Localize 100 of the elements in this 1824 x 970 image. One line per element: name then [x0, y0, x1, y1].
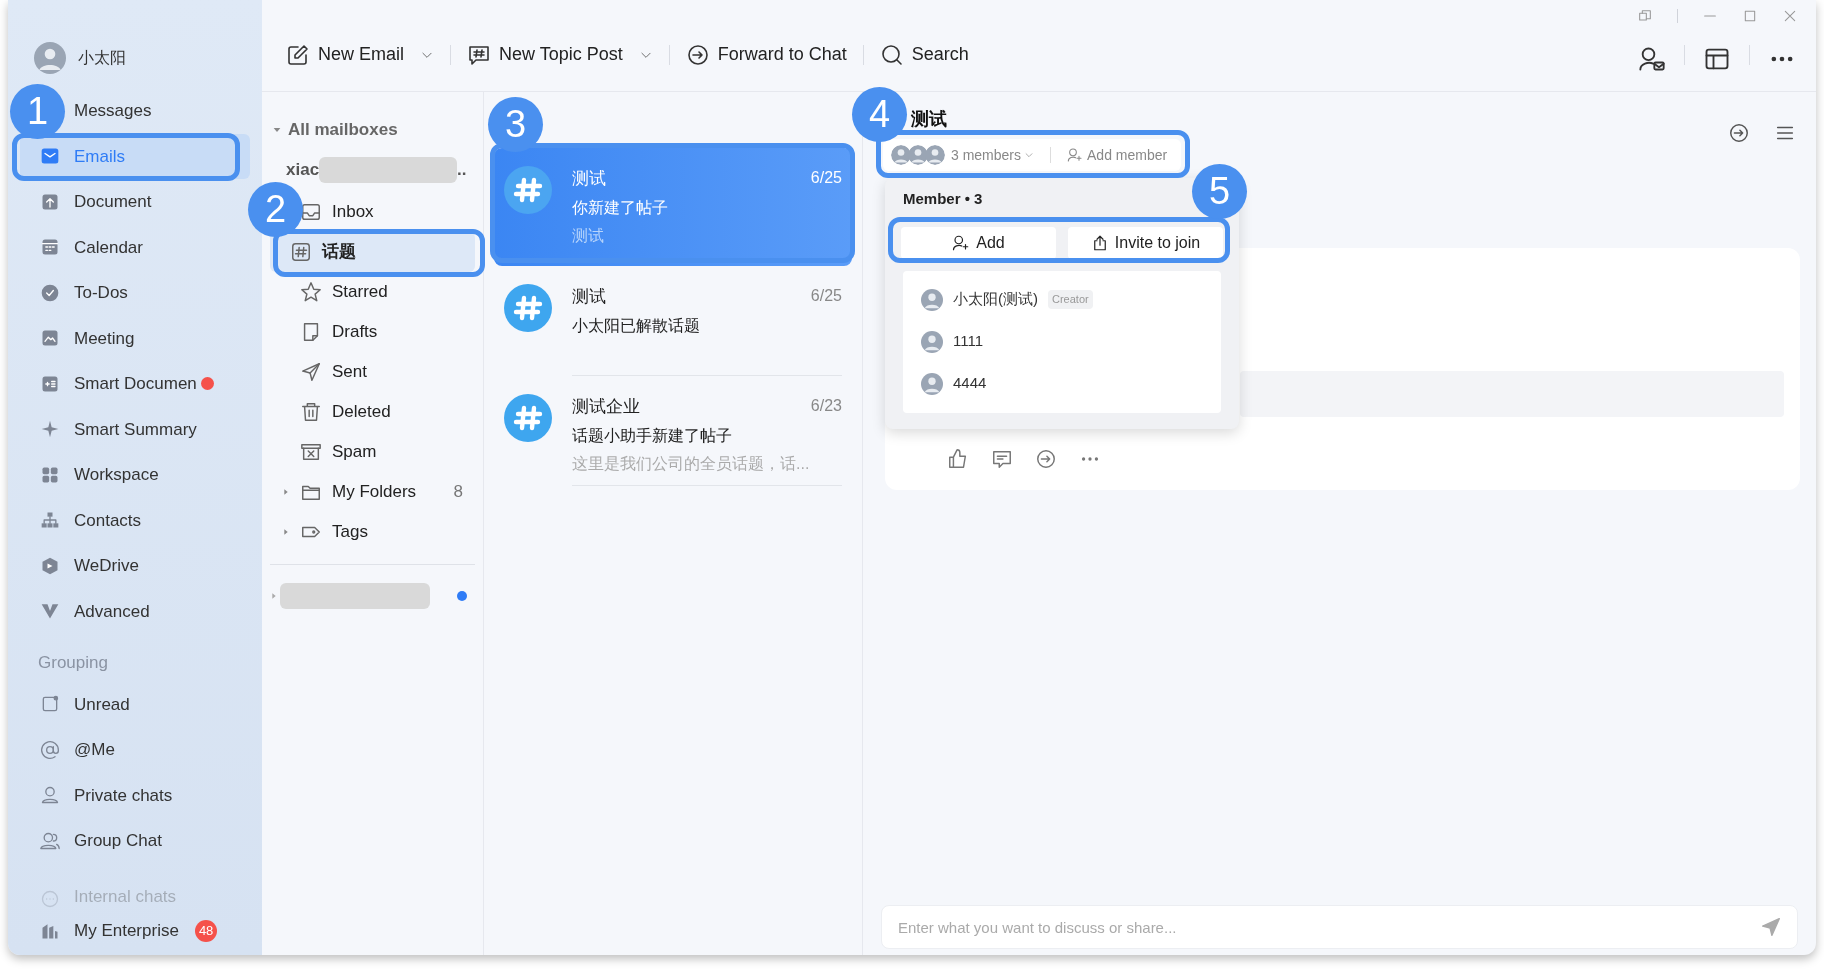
caret-icon	[270, 592, 278, 600]
meeting-icon	[40, 328, 60, 349]
forward-icon[interactable]	[1035, 448, 1057, 470]
nav-item[interactable]: To-Dos	[20, 270, 250, 316]
avatar-icon	[921, 288, 943, 311]
toolbar-button[interactable]: Search	[875, 34, 973, 75]
hash-avatar-icon	[504, 284, 552, 332]
add-person-icon	[952, 233, 971, 252]
at-sign-icon	[40, 739, 60, 760]
member-row[interactable]: 4444	[921, 362, 1203, 405]
account-name: xiac	[286, 159, 320, 182]
nav-item[interactable]: Unread	[20, 681, 250, 727]
add-button[interactable]: Add	[901, 226, 1056, 259]
chat-bubble-icon	[40, 889, 60, 909]
compose-icon	[286, 42, 310, 67]
message-input[interactable]: Enter what you want to discuss or share...	[881, 905, 1798, 949]
member-row[interactable]: 小太阳(测试) Creator	[921, 278, 1203, 321]
thread-date: 6/25	[810, 286, 842, 306]
avatar-icon	[891, 145, 911, 165]
nav-item[interactable]: Contacts	[20, 497, 250, 543]
hash-icon	[290, 241, 312, 263]
folder-item[interactable]: Spam	[300, 432, 475, 472]
role-tag: Creator	[1048, 290, 1093, 309]
folder-item[interactable]: Inbox	[300, 192, 475, 232]
thumbs-up-icon[interactable]	[947, 448, 969, 470]
avatar-icon	[921, 372, 943, 395]
thread-item[interactable]: 测试企业 6/23 话题小助手新建了帖子 这里是我们公司的全员话题，话...	[494, 376, 852, 486]
nav-item[interactable]: Smart Summary	[20, 406, 250, 452]
section-title: Grouping	[37, 652, 109, 674]
nav-item[interactable]: Messages	[74, 88, 250, 134]
avatar-icon	[34, 42, 66, 74]
check-icon	[40, 282, 60, 303]
thread-title: 测试企业	[572, 396, 640, 418]
thread-message: 你新建了帖子	[572, 197, 669, 218]
topic-title: 测试	[911, 108, 948, 131]
restore-icon[interactable]	[1637, 8, 1653, 24]
nav-item[interactable]: Calendar	[20, 224, 250, 270]
thread-date: 6/25	[810, 168, 842, 188]
send-icon[interactable]	[1760, 916, 1782, 938]
members-dropdown[interactable]: 3 members	[951, 144, 1035, 166]
thread-item[interactable]: 测试 6/25 小太阳已解散话题	[494, 266, 852, 376]
person-icon	[40, 785, 60, 806]
caret-icon	[282, 528, 290, 536]
forward-icon	[685, 42, 710, 67]
folder-item[interactable]: Drafts	[300, 312, 475, 352]
nav-item[interactable]: My Enterprise 48	[20, 909, 250, 953]
send-icon	[300, 361, 322, 383]
thread-preview: 测试	[572, 225, 605, 246]
hash-avatar-icon	[504, 394, 552, 442]
popover-heading: Member • 3	[903, 189, 984, 209]
toolbar-button[interactable]: Forward to Chat	[681, 34, 851, 75]
ellipsis-text: ..	[457, 159, 467, 182]
nav-item[interactable]: Private chats	[20, 772, 250, 818]
calendar-icon	[40, 237, 60, 258]
chevron-down-icon	[1024, 150, 1035, 160]
avatar-icon	[908, 145, 928, 165]
nav-item[interactable]: Group Chat	[20, 818, 250, 864]
thread-title: 测试	[572, 286, 606, 308]
drive-icon	[40, 555, 60, 576]
nav-item[interactable]: Document	[20, 179, 250, 225]
thread-message: 小太阳已解散话题	[572, 315, 701, 336]
nav-item[interactable]: Advanced	[20, 588, 250, 634]
member-row[interactable]: 1111	[921, 320, 1203, 363]
search-icon	[879, 42, 904, 67]
folder-item[interactable]: Deleted	[300, 392, 475, 432]
building-icon	[40, 921, 60, 941]
thread-date: 6/23	[810, 396, 842, 416]
user-name: 小太阳	[78, 48, 126, 68]
folder-item[interactable]: Starred	[300, 272, 475, 312]
mail-icon	[40, 146, 60, 167]
mailbox-header[interactable]: All mailboxes	[262, 116, 483, 144]
trash-icon	[300, 401, 322, 423]
caret-icon	[282, 488, 290, 496]
forward-icon[interactable]	[1728, 122, 1750, 144]
folder-item[interactable]: Tags	[282, 512, 475, 552]
people-icon	[40, 830, 60, 851]
folder-item[interactable]: My Folders 8	[282, 472, 475, 512]
close-icon[interactable]	[1782, 8, 1798, 24]
thread-message: 话题小助手新建了帖子	[572, 425, 733, 446]
add-member-button[interactable]: Add member	[1067, 144, 1168, 166]
inbox-icon	[300, 201, 322, 223]
toolbar-button[interactable]: New Email	[282, 34, 439, 75]
hash-avatar-icon	[504, 166, 552, 214]
add-person-icon	[1067, 147, 1084, 163]
comment-icon[interactable]	[991, 448, 1013, 470]
nav-item[interactable]: Meeting	[20, 315, 250, 361]
folder-count: 8	[453, 481, 463, 504]
avatar-icon	[925, 145, 945, 165]
star-icon	[300, 281, 322, 303]
toolbar-button[interactable]: New Topic Post	[463, 34, 657, 75]
invite-button[interactable]: Invite to join	[1068, 226, 1223, 259]
thread-title: 测试	[572, 168, 606, 190]
nav-item[interactable]: Workspace	[20, 452, 250, 498]
folder-item[interactable]: Sent	[300, 352, 475, 392]
maximize-icon[interactable]	[1742, 8, 1758, 24]
folder-item[interactable]: 话题	[270, 232, 475, 272]
spam-icon	[300, 441, 322, 463]
nav-item[interactable]: WeDrive	[20, 543, 250, 589]
nav-item[interactable]: Smart Documen	[20, 361, 250, 407]
nav-item[interactable]: @Me	[20, 727, 250, 773]
